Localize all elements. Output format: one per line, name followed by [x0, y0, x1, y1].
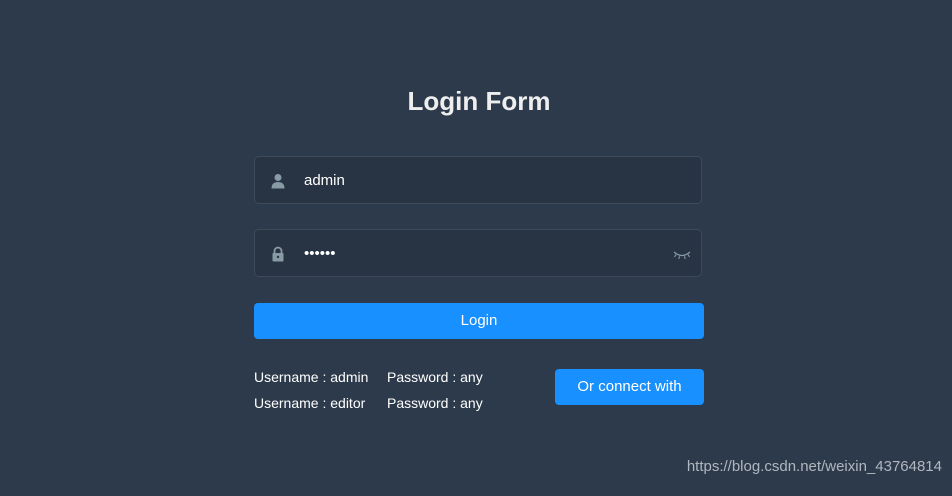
lock-icon [270, 246, 286, 262]
login-tip-row: Username : admin Password : any [254, 369, 483, 385]
tip-username: Username : editor [254, 395, 366, 411]
login-tip-row: Username : editor Password : any [254, 395, 483, 411]
login-button[interactable]: Login [254, 303, 704, 339]
user-icon [270, 173, 286, 189]
page-title: Login Form [407, 86, 551, 116]
password-input[interactable]: •••••• [304, 230, 336, 278]
password-field[interactable]: •••••• [254, 229, 702, 277]
login-page: Login Form admin •••••• Login Username:… [0, 0, 952, 496]
connect-with-button[interactable]: Or connect with [555, 369, 704, 405]
username-field[interactable]: admin [254, 156, 702, 204]
tip-password: Password : any [387, 395, 483, 411]
eye-closed-icon[interactable] [673, 248, 691, 260]
watermark-text: https://blog.csdn.net/weixin_43764814 [686, 458, 942, 475]
tip-username: Username : admin [254, 369, 369, 385]
tip-password: Password : any [387, 369, 483, 385]
username-input[interactable]: admin [304, 157, 345, 205]
